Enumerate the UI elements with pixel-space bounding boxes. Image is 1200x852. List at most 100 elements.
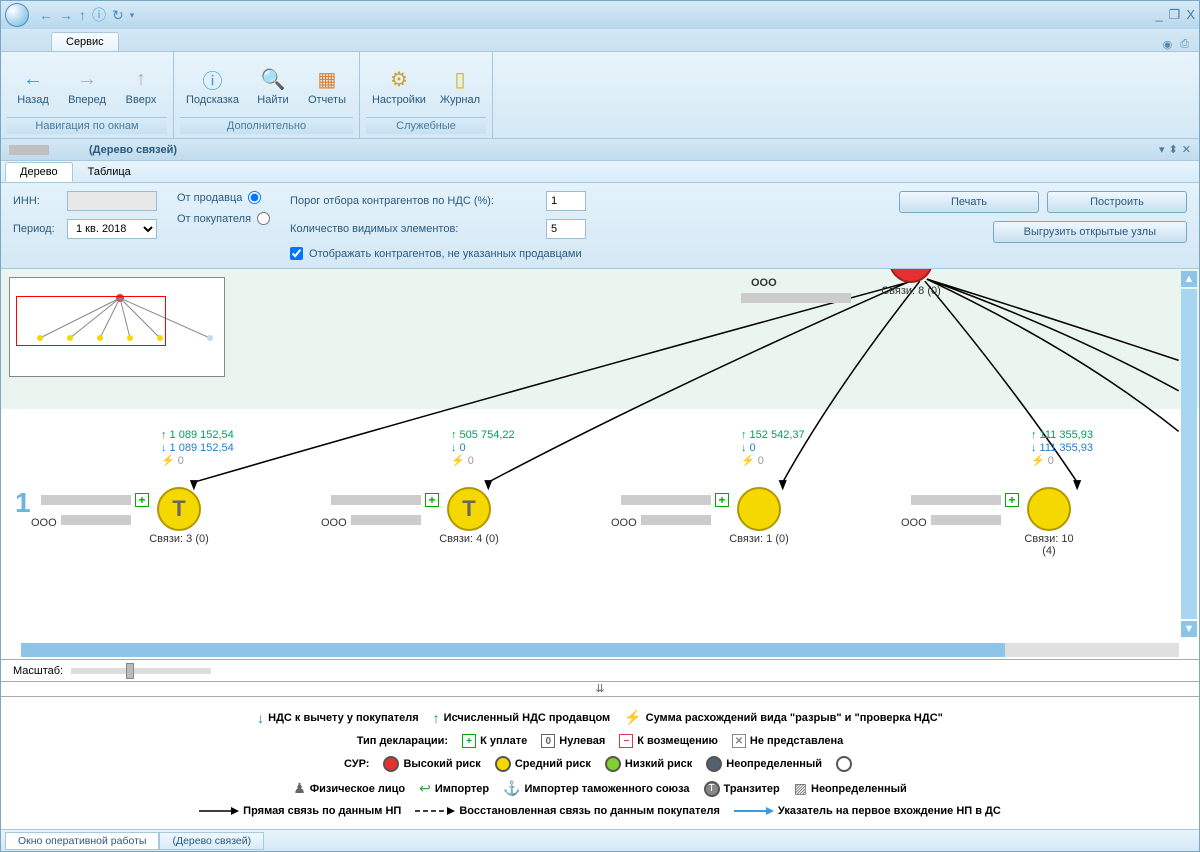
child-bar2	[331, 495, 421, 505]
tree-area[interactable]: Связи: 8 (0) ООО 1 ↑ 1 089 152,54↓ 1 089…	[1, 269, 1199, 659]
legend-item: 0 Нулевая	[541, 734, 605, 748]
root-node[interactable]: Связи: 8 (0)	[861, 269, 961, 297]
scale-label: Масштаб:	[13, 665, 63, 677]
restore-icon[interactable]: ❐	[1169, 7, 1181, 23]
legend-item: ↩ Импортер	[419, 780, 489, 797]
subtab-table[interactable]: Таблица	[73, 162, 146, 182]
print-icon[interactable]: ⎙	[1180, 38, 1189, 51]
expand-legend-bar[interactable]: ⇊	[1, 681, 1199, 697]
ribbon-icon: ↑	[129, 68, 153, 92]
child-node-3[interactable]: Связи: 10 (4)	[1019, 487, 1079, 557]
ribbon-icon: 🔍	[261, 68, 285, 92]
from-buyer-radio[interactable]	[257, 212, 270, 225]
minimap-viewport[interactable]	[16, 296, 166, 346]
edge-info: ↑ 152 542,37↓ 0⚡ 0	[741, 429, 805, 469]
child-bar	[61, 515, 131, 525]
panel-menu-icon[interactable]: ▾	[1159, 143, 1165, 156]
legend-item: − К возмещению	[619, 734, 718, 748]
ribbon-group-label: Дополнительно	[180, 117, 353, 134]
panel-close-icon[interactable]: ✕	[1182, 143, 1191, 156]
dropdown-icon[interactable]: ▾	[128, 10, 137, 21]
ribbon-button-Настройки[interactable]: ⚙Настройки	[366, 56, 432, 117]
panel-title: (Дерево связей)	[89, 144, 177, 156]
vscroll-track[interactable]	[1181, 289, 1197, 619]
scale-row: Масштаб:	[1, 659, 1199, 681]
from-seller-radio[interactable]	[248, 191, 261, 204]
root-links-label: Связи: 8 (0)	[861, 285, 961, 297]
up-icon[interactable]: ↑	[77, 7, 88, 23]
child-node-0[interactable]: T Связи: 3 (0)	[149, 487, 209, 545]
main-tabbar: Сервис ◉ ⎙	[1, 29, 1199, 51]
child-bar	[351, 515, 421, 525]
footer-tab-operative[interactable]: Окно оперативной работы	[5, 832, 159, 850]
ribbon-button-Журнал[interactable]: ▯Журнал	[434, 56, 486, 117]
panel-header: (Дерево связей) ▾ ⬍ ✕	[1, 139, 1199, 161]
inn-input[interactable]	[67, 191, 157, 211]
scale-slider[interactable]	[71, 668, 211, 674]
scroll-up-icon[interactable]: ▲	[1181, 271, 1197, 287]
ribbon: ←Назад→Вперед↑ВверхНавигация по окнамⓘПо…	[1, 51, 1199, 139]
build-button[interactable]: Построить	[1047, 191, 1187, 213]
edge-info: ↑ 505 754,22↓ 0⚡ 0	[451, 429, 515, 469]
footer: Окно оперативной работы (Дерево связей)	[1, 829, 1199, 851]
visible-input[interactable]	[546, 219, 586, 239]
child-node-1[interactable]: T Связи: 4 (0)	[439, 487, 499, 545]
app-logo-icon	[5, 3, 29, 27]
hscroll-thumb[interactable]	[21, 643, 1005, 657]
tab-service[interactable]: Сервис	[51, 32, 119, 51]
child-links-label: Связи: 3 (0)	[149, 533, 209, 545]
edge-info: ↑ 111 355,93↓ 111 355,93⚡ 0	[1031, 429, 1093, 469]
panel-pin-icon[interactable]: ⬍	[1169, 143, 1178, 156]
child-node-2[interactable]: Связи: 1 (0)	[729, 487, 789, 545]
info-icon[interactable]: ⓘ	[90, 5, 108, 25]
hscroll-track[interactable]	[21, 643, 1179, 657]
legend-item: Средний риск	[495, 756, 591, 772]
ribbon-button-Назад[interactable]: ←Назад	[7, 56, 59, 117]
titlebar: ← → ↑ ⓘ ↻ ▾ _ ❐ X	[1, 1, 1199, 29]
child-circle-icon: T	[447, 487, 491, 531]
expand-node-icon[interactable]: +	[135, 493, 149, 507]
legend-item: Низкий риск	[605, 756, 692, 772]
close-icon[interactable]: X	[1186, 7, 1195, 23]
scroll-down-icon[interactable]: ▼	[1181, 621, 1197, 637]
expand-node-icon[interactable]: +	[715, 493, 729, 507]
child-links-label: Связи: 4 (0)	[439, 533, 499, 545]
subtab-tree[interactable]: Дерево	[5, 162, 73, 182]
ribbon-icon: ⓘ	[200, 68, 224, 92]
expand-node-icon[interactable]: +	[425, 493, 439, 507]
legend-item: ⚡ Сумма расхождений вида "разрыв" и "про…	[624, 709, 943, 726]
period-select[interactable]: 1 кв. 2018	[67, 219, 157, 239]
legend-item	[836, 756, 856, 772]
print-button[interactable]: Печать	[899, 191, 1039, 213]
scale-thumb[interactable]	[126, 663, 134, 679]
ribbon-button-Найти[interactable]: 🔍Найти	[247, 56, 299, 117]
ribbon-button-Подсказка[interactable]: ⓘПодсказка	[180, 56, 245, 117]
legend-item: Восстановленная связь по данным покупате…	[415, 805, 720, 817]
help-icon[interactable]: ◉	[1163, 38, 1173, 51]
footer-tab-tree[interactable]: (Дерево связей)	[159, 832, 264, 850]
back-icon[interactable]: ←	[37, 7, 55, 23]
legend-item: Прямая связь по данным НП	[199, 805, 401, 817]
ribbon-button-Вперед[interactable]: →Вперед	[61, 56, 113, 117]
legend-item: Неопределенный	[706, 756, 822, 772]
refresh-icon[interactable]: ↻	[110, 7, 126, 24]
expand-node-icon[interactable]: +	[1005, 493, 1019, 507]
show-unlisted-checkbox[interactable]	[290, 247, 303, 260]
minimap[interactable]	[9, 277, 225, 377]
root-bar	[741, 293, 851, 303]
child-circle-icon	[1027, 487, 1071, 531]
child-prefix: ООО	[31, 517, 57, 529]
export-nodes-button[interactable]: Выгрузить открытые узлы	[993, 221, 1187, 243]
child-circle-icon	[737, 487, 781, 531]
minimize-icon[interactable]: _	[1155, 7, 1162, 23]
root-circle-icon	[889, 269, 933, 283]
ribbon-button-Вверх[interactable]: ↑Вверх	[115, 56, 167, 117]
child-links-label: Связи: 1 (0)	[729, 533, 789, 545]
child-bar	[641, 515, 711, 525]
threshold-input[interactable]	[546, 191, 586, 211]
legend-item: ▨ Неопределенный	[794, 780, 907, 797]
inn-label: ИНН:	[13, 195, 61, 207]
ribbon-button-Отчеты[interactable]: ▦Отчеты	[301, 56, 353, 117]
forward-icon[interactable]: →	[57, 7, 75, 23]
period-label: Период:	[13, 223, 61, 235]
